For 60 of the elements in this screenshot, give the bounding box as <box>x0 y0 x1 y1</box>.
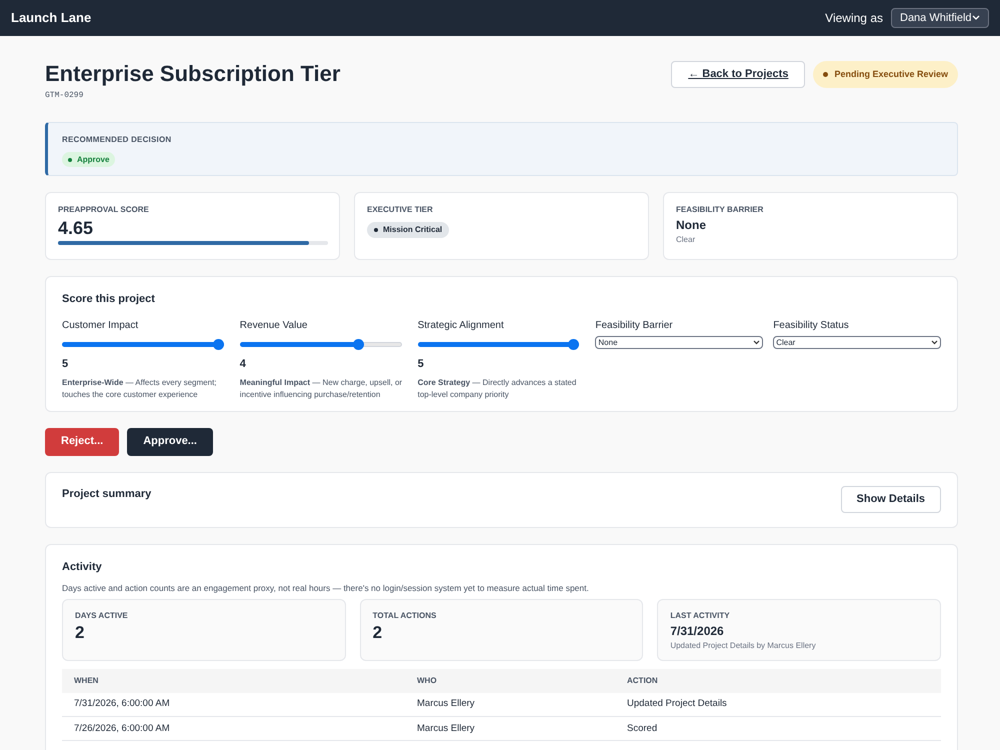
table-cell: Scored <box>615 716 941 741</box>
slider-description: Meaningful Impact — New charge, upsell, or incentive influencing purchase/retention <box>240 376 404 400</box>
slider-value: 5 <box>62 357 70 372</box>
column-header: WHEN <box>62 668 405 693</box>
stat-label: TOTAL ACTIONS <box>372 610 438 622</box>
stat-subtext: Clear <box>676 234 696 246</box>
slider-track[interactable] <box>62 339 224 350</box>
viewer-select[interactable]: Dana Whitfield <box>891 8 989 28</box>
select-label: Feasibility Barrier <box>595 319 674 333</box>
stat-label: FEASIBILITY BARRIER <box>676 204 764 216</box>
project-code: GTM-0299 <box>45 90 84 102</box>
stat-label: PREAPPROVAL SCORE <box>58 204 150 216</box>
slider-label: Revenue Value <box>240 319 308 333</box>
slider-value: 4 <box>240 357 247 372</box>
stat-value: None <box>676 216 707 234</box>
slider-description: Core Strategy — Directly advances a stated top-level company priority <box>418 376 578 400</box>
decision-badge: Approve <box>62 152 116 167</box>
slider-thumb[interactable] <box>568 339 580 350</box>
table-cell: 7/26/2026, 6:00:00 AM <box>62 716 405 741</box>
caret-icon <box>753 340 760 345</box>
column-header: ACTION <box>615 668 941 693</box>
select-field[interactable]: Clear <box>773 336 941 349</box>
tier-badge: Mission Critical <box>367 222 450 238</box>
slider-description: Enterprise-Wide — Affects every segment; touches the core customer experience <box>62 376 218 400</box>
show-details-button[interactable]: Show Details <box>840 486 941 512</box>
card-title: Project summary <box>62 486 152 502</box>
slider-label: Customer Impact <box>62 319 140 333</box>
select-label: Feasibility Status <box>773 319 850 333</box>
slider-track[interactable] <box>418 339 580 350</box>
stat-value: 2 <box>372 622 384 644</box>
stat-value: 2 <box>75 622 86 644</box>
stat-value: 7/31/2026 <box>670 622 725 640</box>
approve-button[interactable]: Approve... <box>127 428 213 456</box>
slider-value: 5 <box>418 357 425 372</box>
stat-value: 4.65 <box>58 216 94 240</box>
stat-subtext: Updated Project Details by Marcus Ellery <box>670 640 817 652</box>
stat-label: DAYS ACTIVE <box>75 610 129 622</box>
slider-label: Strategic Alignment <box>418 319 505 333</box>
stat-label: LAST ACTIVITY <box>670 610 731 622</box>
table-cell: Marcus Ellery <box>405 692 615 717</box>
project-title: Enterprise Subscription Tier <box>45 60 340 88</box>
back-link[interactable]: ← Back to Projects <box>671 61 806 88</box>
stat-label: EXECUTIVE TIER <box>367 204 434 216</box>
app-name: Launch Lane <box>11 9 92 28</box>
status-badge: Pending Executive Review <box>813 61 958 88</box>
section-label: RECOMMENDED DECISION <box>62 134 172 146</box>
select-field[interactable]: None <box>595 336 764 349</box>
slider-thumb[interactable] <box>212 339 224 350</box>
card-title: Score this project <box>62 292 156 306</box>
table-cell: Updated Project Details <box>615 692 941 717</box>
caret-icon <box>931 340 938 345</box>
viewing-label: Viewing as <box>825 10 883 27</box>
column-header: WHO <box>405 668 615 693</box>
caret-icon <box>972 15 980 21</box>
reject-button[interactable]: Reject... <box>45 428 120 456</box>
slider-thumb[interactable] <box>352 339 364 350</box>
table-cell: Marcus Ellery <box>405 716 615 741</box>
activity-note: Days active and action counts are an engagement proxy, not real hours — there's no login/session system yet to measure actual time spent. <box>62 582 590 595</box>
table-cell: 7/31/2026, 6:00:00 AM <box>62 692 405 717</box>
card-title: Activity <box>62 560 103 574</box>
